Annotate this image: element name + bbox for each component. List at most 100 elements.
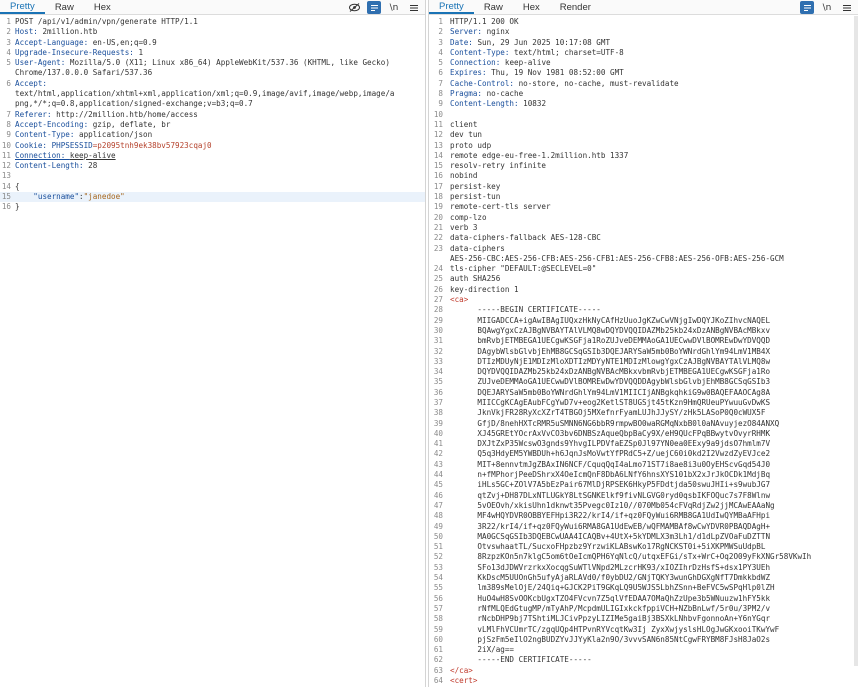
line-text: "username":"janedoe"	[15, 192, 425, 202]
code-token: MIIGADCCA+igAwIBAgIUQxzHkNyCAfHzUuoJgKZw…	[450, 315, 771, 325]
code-token: DXJtZxP35WcswO3gnds9YhvgILPDVfaEZSp0Jl97…	[450, 439, 771, 449]
line-number: 14	[433, 150, 443, 160]
line-number: 31	[433, 336, 443, 346]
line-text: lm389sMelOjE/24Qiq+GJCK2PiT9GKqLQ9U5WJS5…	[450, 583, 858, 593]
request-pane: Pretty Raw Hex \n 1 POST /api/v1/admin/vp…	[0, 0, 426, 687]
line-text: persist-key	[450, 182, 858, 192]
line-text: Chrome/137.0.0.0 Safari/537.36	[15, 68, 425, 78]
request-editor[interactable]: 1 POST /api/v1/admin/vpn/generate HTTP/1.…	[0, 15, 425, 213]
response-tab-hex[interactable]: Hex	[513, 0, 550, 14]
code-token: MF4wHQYDVR0OBBYEFHpi3R22/krI4/if+qz0FQyW…	[450, 511, 771, 521]
code-line: 54 KkDscM5UUOnGh5ufyAjaRLAVd0/f0ybDU2/GN…	[429, 573, 858, 583]
code-line: 49 3R22/krI4/if+qz0FQyWui6RMA8GA1UdEwEB/…	[429, 522, 858, 532]
line-text: verb 3	[450, 223, 858, 233]
line-number: 1	[6, 17, 11, 26]
line-text: Connection: keep-alive	[15, 151, 425, 161]
response-tab-render[interactable]: Render	[550, 0, 601, 14]
code-line: 50 MA0GCSqGSIb3DQEBCwUAA4ICAQBv+4UtX+5kY…	[429, 532, 858, 542]
line-number	[0, 99, 11, 109]
line-text: rNcbDHP9bj7TShtiMLJCivPpzyLIZIMe5gaiBj3B…	[450, 614, 858, 624]
line-text: GfjD/8nehHXTcRMR5uSMNN6NG6bbR9rmpwBO0waR…	[450, 419, 858, 429]
response-tabbar: Pretty Raw Hex Render \n	[429, 0, 858, 15]
response-scrollbar[interactable]	[854, 16, 858, 666]
line-text: bmRvbjETMBEGA1UECgwKSGFja1RoZUJveDEMMAoG…	[450, 336, 858, 346]
code-token: <cert>	[450, 676, 478, 685]
code-token: XJ45GREtYOcrAxVvCO3bv6DNBSzAqueQbpBaCy9X…	[450, 428, 771, 438]
code-token: Cookie:	[15, 140, 52, 150]
code-line: 37 MIICCgKCAgEAubFCgYwD7v+eog2KetlST8UGS…	[429, 398, 858, 408]
menu-icon[interactable]	[407, 1, 421, 14]
wrap-lines-icon[interactable]	[800, 1, 814, 14]
request-tab-raw[interactable]: Raw	[45, 0, 84, 14]
line-text: Cache-Control: no-store, no-cache, must-…	[450, 79, 858, 89]
line-text: Connection: keep-alive	[450, 58, 858, 68]
newline-toggle-icon[interactable]: \n	[820, 1, 834, 14]
code-line: 14 remote edge-eu-free-1.2million.htb 133…	[429, 151, 858, 161]
line-text: }	[15, 202, 425, 212]
code-line: 59 vLMlFhVCUmrTC/zgqUQp4HTPvnRYVcqtKw3Ij…	[429, 625, 858, 635]
code-token: qtZvj+DH87DLxNTLUGkY8LtSGNKElkf9fivNLGVG…	[450, 490, 771, 500]
code-token: DQYDVQQIDAZMb25kb24xDzANBgNVBAcMBkxvbmRv…	[450, 367, 771, 377]
code-line: 56 HuO4wH8SvOOKcbUgxTZO4FVcvn7Z5qlVfEDAA…	[429, 594, 858, 604]
request-tabbar: Pretty Raw Hex \n	[0, 0, 425, 15]
code-line: 19 remote-cert-tls server	[429, 202, 858, 212]
code-line: 25 auth SHA256	[429, 274, 858, 284]
line-number: 29	[433, 315, 443, 325]
code-token: persist-key	[450, 181, 501, 191]
code-line: 46 qtZvj+DH87DLxNTLUGkY8LtSGNKElkf9fivNL…	[429, 491, 858, 501]
line-number: 11	[433, 119, 443, 129]
response-editor[interactable]: 1 HTTP/1.1 200 OK 2 Server: nginx 3 Date: Sun…	[429, 15, 858, 686]
line-text: Cookie: PHPSESSID=p2095tnh9ek38bv57923cq…	[15, 141, 425, 151]
response-tab-raw[interactable]: Raw	[474, 0, 513, 14]
line-text	[450, 110, 858, 120]
code-token: POST /api/v1/admin/vpn/generate HTTP/1.1	[15, 17, 198, 26]
code-line: 5 User-Agent: Mozilla/5.0 (X11; Linux x86…	[0, 58, 425, 68]
code-line: 57 rNfMLQEdGtugMP/mTyAhP/McpdmULIGIxkckf…	[429, 604, 858, 614]
code-line: 22 data-ciphers-fallback AES-128-CBC	[429, 233, 858, 243]
code-token: 3R22/krI4/if+qz0FQyWui6RMA8GA1UdEwEB/wQF…	[450, 521, 771, 531]
line-text: HTTP/1.1 200 OK	[450, 17, 858, 27]
line-text: MIICCgKCAgEAubFCgYwD7v+eog2KetlST8UGSjt4…	[450, 398, 858, 408]
code-token: 2million.htb	[42, 27, 98, 37]
line-text: 3R22/krI4/if+qz0FQyWui6RMA8GA1UdEwEB/wQF…	[450, 522, 858, 532]
line-number: 5	[438, 58, 443, 68]
code-token: MIICCgKCAgEAubFCgYwD7v+eog2KetlST8UGSjt4…	[450, 397, 771, 407]
eye-slash-icon[interactable]	[347, 1, 361, 14]
line-number: 47	[433, 500, 443, 510]
line-text: comp-lzo	[450, 213, 858, 223]
line-text: Accept-Language: en-US,en;q=0.9	[15, 38, 425, 48]
line-text: pjSzFm5eIlO2ngBUDZYvJJYyKla2n9O/3vvvSAN6…	[450, 635, 858, 645]
response-tab-pretty[interactable]: Pretty	[429, 0, 474, 14]
request-tab-pretty[interactable]: Pretty	[0, 0, 45, 14]
wrap-lines-icon[interactable]	[367, 1, 381, 14]
menu-icon[interactable]	[840, 1, 854, 14]
line-text: -----BEGIN CERTIFICATE-----	[450, 305, 858, 315]
code-line: png,*/*;q=0.8,application/signed-exchang…	[0, 99, 425, 109]
line-number: 55	[433, 583, 443, 593]
newline-toggle-icon[interactable]: \n	[387, 1, 401, 14]
line-number: 12	[1, 161, 11, 171]
code-token: key-direction 1	[450, 284, 519, 294]
code-token: -----END CERTIFICATE-----	[450, 655, 592, 665]
response-toolbar: \n	[800, 0, 854, 15]
code-line: 32 DAgybWlsbGlvbjEhMB8GCSqGSIb3DQEJARYSa…	[429, 347, 858, 357]
code-token: 10832	[523, 99, 547, 109]
code-token: remote-cert-tls server	[450, 202, 551, 212]
code-line: 44 n+fMPhorjPeeDShrxX4OeIcmQnF8DbA6LNfY6…	[429, 470, 858, 480]
http-message-viewer: Pretty Raw Hex \n 1 POST /api/v1/admin/vp…	[0, 0, 858, 687]
code-line: 8 Pragma: no-cache	[429, 89, 858, 99]
code-line: 12 dev tun	[429, 130, 858, 140]
code-line: AES-256-CBC:AES-256-CFB:AES-256-CFB1:AES…	[429, 254, 858, 264]
code-token: 28	[88, 161, 98, 171]
code-line: 3 Accept-Language: en-US,en;q=0.9	[0, 38, 425, 48]
line-text: vLMlFhVCUmrTC/zgqUQp4HTPvnRYVcqtKw3Ij Zy…	[450, 625, 858, 635]
line-number: 28	[433, 305, 443, 315]
code-line: 15 resolv-retry infinite	[429, 161, 858, 171]
code-line: 4 Upgrade-Insecure-Requests: 1	[0, 48, 425, 58]
code-line: 58 rNcbDHP9bj7TShtiMLJCivPpzyLIZIMe5gaiB…	[429, 614, 858, 624]
code-line: 11 client	[429, 120, 858, 130]
line-number: 2	[6, 27, 11, 37]
line-text: DQYDVQQIDAZMb25kb24xDzANBgNVBAcMBkxvbmRv…	[450, 367, 858, 377]
request-tab-hex[interactable]: Hex	[84, 0, 121, 14]
line-text: Upgrade-Insecure-Requests: 1	[15, 48, 425, 58]
